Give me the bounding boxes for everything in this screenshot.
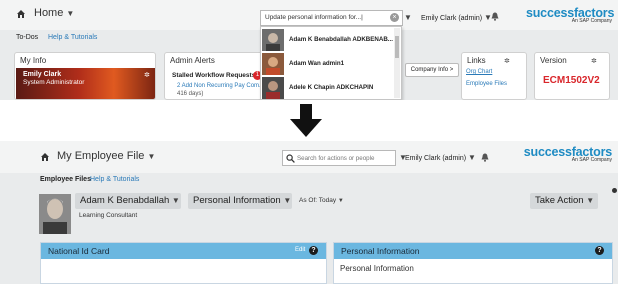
clear-icon[interactable]: × xyxy=(390,13,399,22)
company-info-button[interactable]: Company Info > xyxy=(405,63,459,77)
version-tile: Version ✲ ECM1502V2 xyxy=(534,52,610,100)
my-info-name: Emily Clark xyxy=(23,71,62,78)
search-value: Update personal information for... xyxy=(265,14,362,21)
suggestion-item[interactable]: Adam Wan admin1 xyxy=(261,52,395,76)
subnav-help-tutorials[interactable]: Help & Tutorials xyxy=(90,176,139,183)
action-search-input[interactable]: Update personal information for...| xyxy=(260,10,403,26)
after-screenshot: My Employee File ▼ Search for actions or… xyxy=(0,141,618,284)
text-cursor: | xyxy=(361,14,363,21)
tile-title: Version xyxy=(540,56,567,65)
search-placeholder: Search for actions or people xyxy=(297,155,375,162)
panel-title: Personal Information xyxy=(341,246,420,256)
panel-body-heading: Personal Information xyxy=(340,264,414,273)
panel-header: Personal Information ? xyxy=(334,243,612,259)
suggestion-label: Adam K Benabdallah ADKBENAB... xyxy=(289,36,393,43)
chevron-down-icon: ▼ xyxy=(586,196,595,205)
successfactors-logo: successfactors An SAP Company xyxy=(512,145,612,163)
suggestion-label: Adele K Chapin ADKCHAPIN xyxy=(289,84,374,91)
home-menu[interactable]: Home ▼ xyxy=(34,7,74,19)
as-of-label: As Of: Today xyxy=(299,197,337,204)
personal-information-panel: Personal Information ? Personal Informat… xyxy=(333,242,613,284)
section-selector[interactable]: Personal Information ▼ xyxy=(188,193,292,209)
admin-alerts-tile[interactable]: Admin Alerts Stalled Workflow Requests 1… xyxy=(164,52,274,100)
national-id-card-panel: National Id Card Edit ? xyxy=(40,242,327,284)
chevron-down-icon: ▼ xyxy=(66,9,75,18)
search-suggestions-dropdown: Adam K Benabdallah ADKBENAB... Adam Wan … xyxy=(260,26,402,100)
page-title: My Employee File xyxy=(57,150,145,162)
panel-header: National Id Card Edit ? xyxy=(41,243,326,259)
take-action-button[interactable]: Take Action ▼ xyxy=(530,193,598,209)
help-icon[interactable]: ? xyxy=(309,246,318,255)
employee-name-menu[interactable]: Adam K Benabdallah ▼ xyxy=(75,193,181,209)
take-action-label: Take Action xyxy=(535,195,584,206)
employee-photo xyxy=(39,194,71,234)
user-menu[interactable]: Emily Clark (admin) ▼ xyxy=(405,153,476,162)
down-arrow-icon xyxy=(290,104,322,137)
subnav-employee-files[interactable]: Employee Files xyxy=(40,176,91,183)
edit-link[interactable]: Edit xyxy=(295,247,305,253)
employee-name: Adam K Benabdallah xyxy=(80,195,170,206)
link-org-chart[interactable]: Org Chart xyxy=(466,69,492,75)
gear-icon[interactable]: ✲ xyxy=(504,57,510,65)
module-menu[interactable]: My Employee File ▼ xyxy=(57,150,155,162)
subnav-help-tutorials[interactable]: Help & Tutorials xyxy=(48,34,97,41)
chevron-down-icon[interactable]: ▼ xyxy=(404,13,412,22)
bell-icon[interactable] xyxy=(491,12,499,21)
avatar xyxy=(262,53,284,75)
page-edge-marker xyxy=(612,188,617,193)
my-info-role: System Administrator xyxy=(23,79,85,86)
dropdown-scrollbar[interactable] xyxy=(394,28,400,98)
before-screenshot: Home ▼ Update personal information for..… xyxy=(0,0,618,100)
home-title: Home xyxy=(34,7,64,19)
panel-title: National Id Card xyxy=(48,246,110,256)
user-name: Emily Clark (admin) xyxy=(405,155,467,162)
help-icon[interactable]: ? xyxy=(595,246,604,255)
alert-item-duration: 416 days) xyxy=(177,91,204,97)
suggestion-label: Adam Wan admin1 xyxy=(289,60,345,67)
chevron-down-icon: ▼ xyxy=(283,196,292,205)
scrollbar-thumb[interactable] xyxy=(395,36,399,58)
action-search-input[interactable]: Search for actions or people xyxy=(282,150,396,166)
chevron-down-icon: ▼ xyxy=(147,152,156,161)
search-icon xyxy=(286,154,295,163)
link-employee-files[interactable]: Employee Files xyxy=(466,81,507,87)
avatar xyxy=(262,77,284,99)
user-menu[interactable]: Emily Clark (admin) ▼ xyxy=(421,13,492,22)
user-name: Emily Clark (admin) xyxy=(421,15,483,22)
home-icon[interactable] xyxy=(16,9,26,19)
employee-role: Learning Consultant xyxy=(79,212,138,219)
successfactors-logo: successfactors An SAP Company xyxy=(526,6,614,24)
home-icon[interactable] xyxy=(40,152,50,162)
version-value: ECM1502V2 xyxy=(543,75,600,86)
bell-icon[interactable] xyxy=(481,153,489,162)
section-label: Personal Information xyxy=(193,195,281,206)
chevron-down-icon: ▼ xyxy=(468,153,476,162)
bottom-subnav: Employee Files Help & Tutorials xyxy=(0,173,618,189)
chevron-down-icon: ▼ xyxy=(337,198,344,204)
links-tile: Links ✲ Org Chart Employee Files xyxy=(461,52,527,100)
avatar xyxy=(262,29,284,51)
tile-title: My Info xyxy=(20,56,47,65)
suggestion-item[interactable]: Adele K Chapin ADKCHAPIN xyxy=(261,76,395,100)
suggestion-item[interactable]: Adam K Benabdallah ADKBENAB... xyxy=(261,28,395,52)
gear-icon[interactable]: ✲ xyxy=(144,71,150,79)
stalled-workflow-label: Stalled Workflow Requests xyxy=(172,72,256,79)
bottom-header-bar: My Employee File ▼ Search for actions or… xyxy=(0,141,618,173)
tile-title: Links xyxy=(467,56,486,65)
as-of-date-selector[interactable]: As Of: Today ▼ xyxy=(299,197,344,204)
chevron-down-icon: ▼ xyxy=(171,196,180,205)
my-info-tile[interactable]: My Info Emily Clark System Administrator xyxy=(14,52,156,100)
tile-title: Admin Alerts xyxy=(170,56,215,65)
alert-item-link[interactable]: 2 Add Non Recurring Pay Com... xyxy=(177,83,264,89)
gear-icon[interactable]: ✲ xyxy=(591,57,597,65)
subnav-todos[interactable]: To-Dos xyxy=(16,34,38,41)
